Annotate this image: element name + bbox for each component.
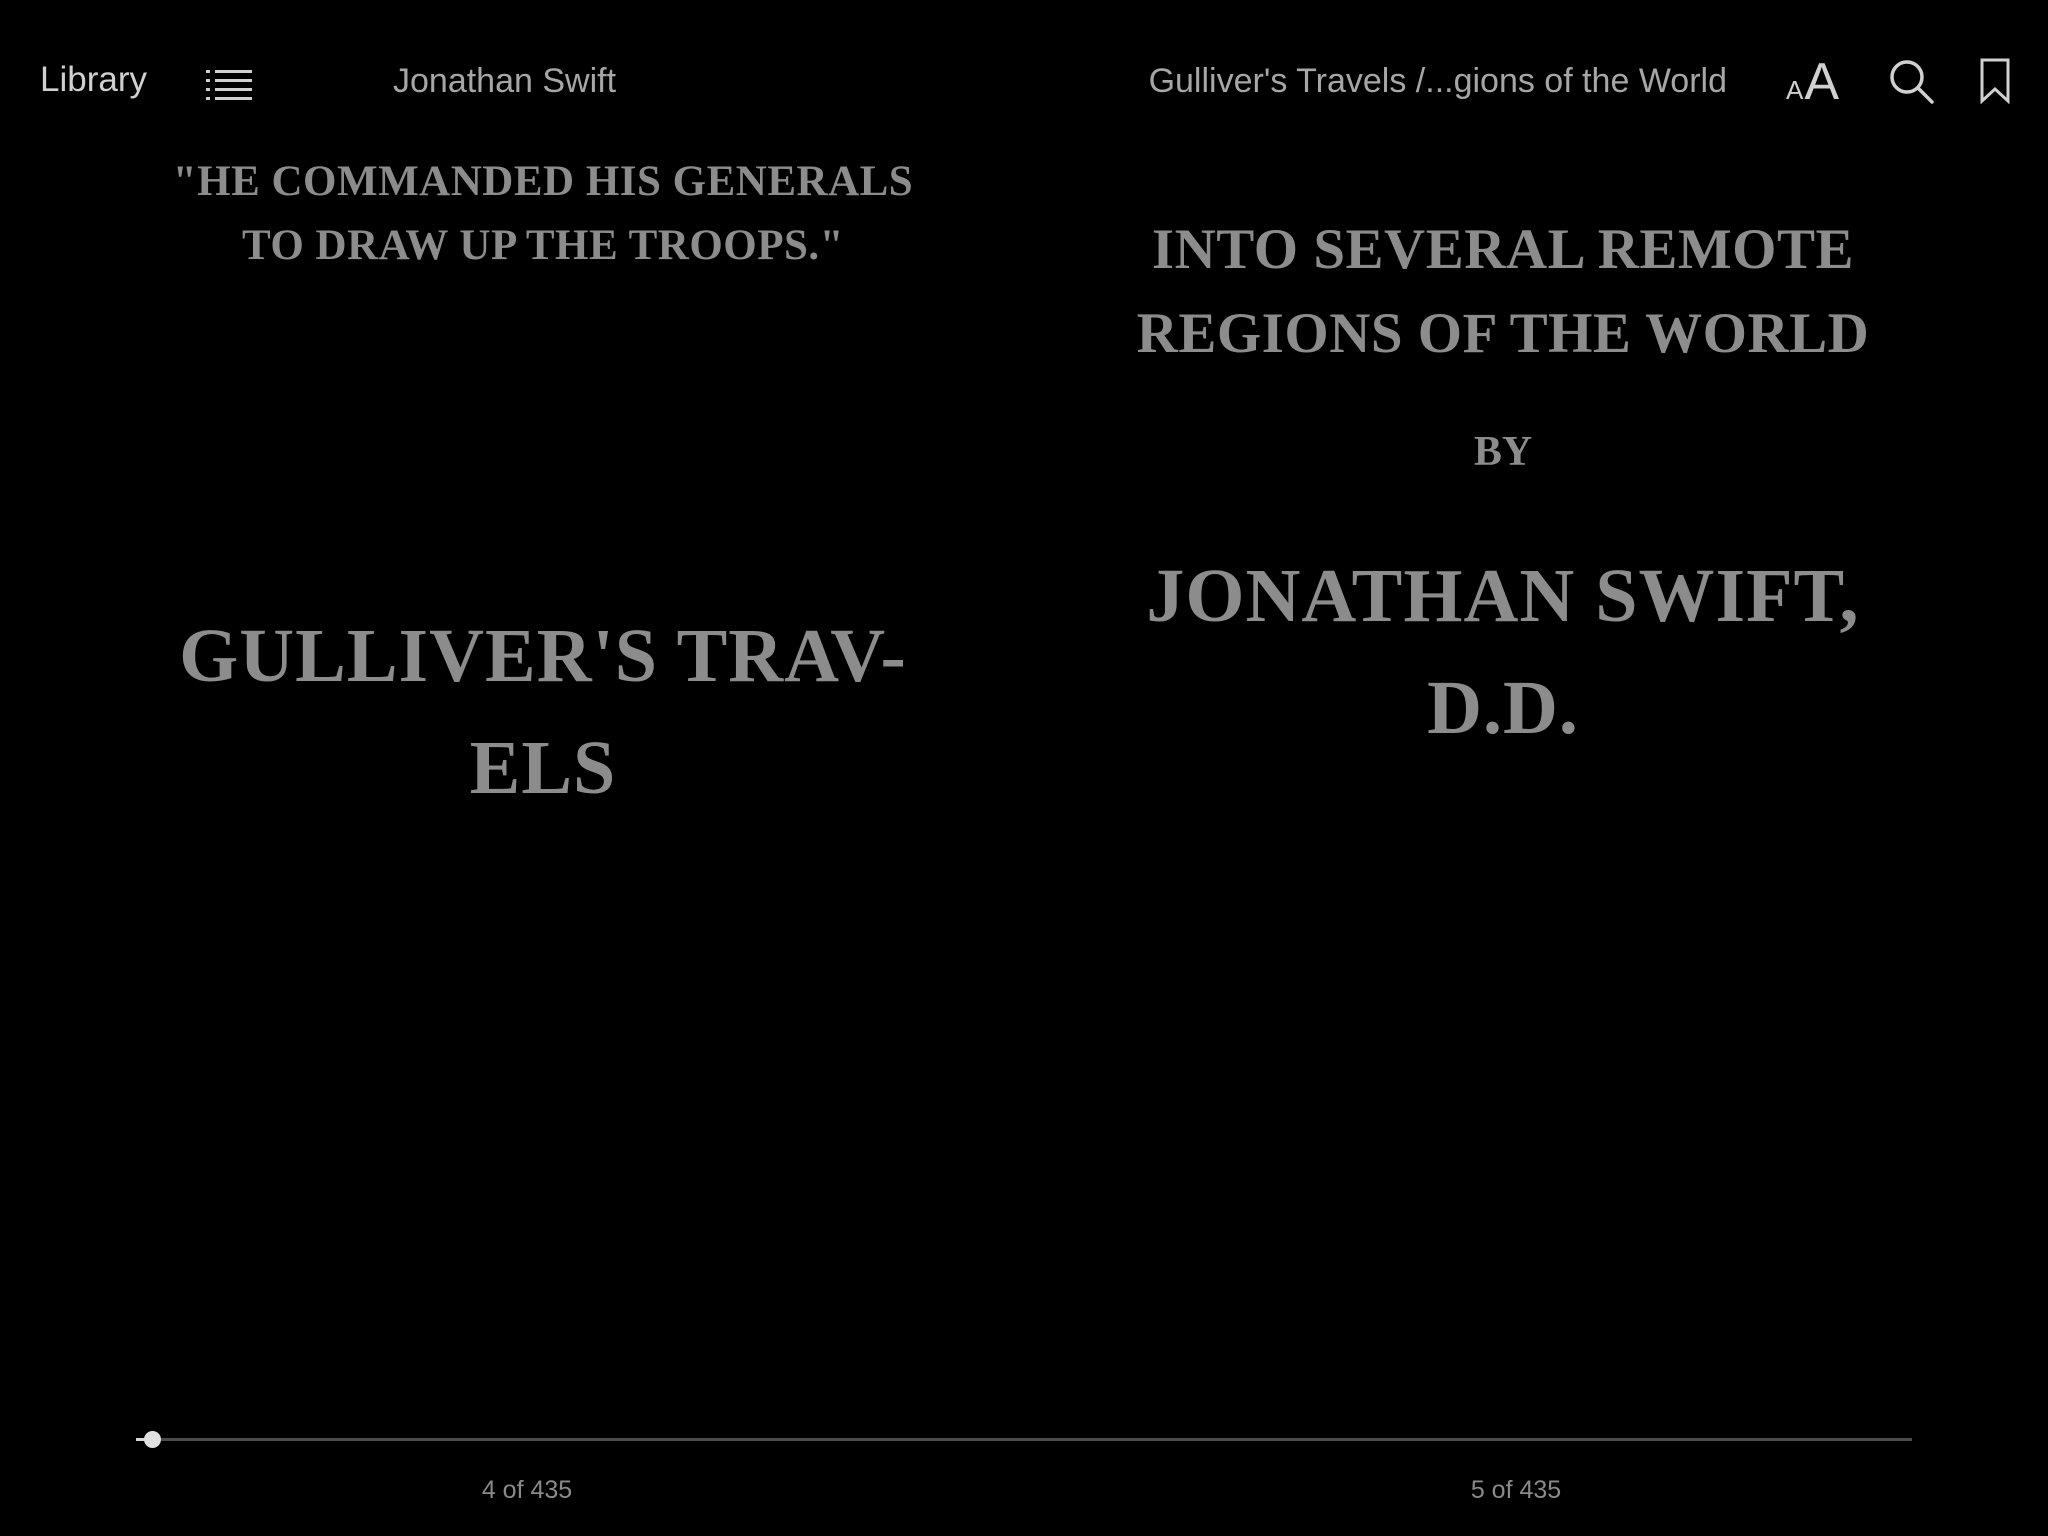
scrubber-track <box>136 1438 1912 1441</box>
book-title-line: GULLIVER'S TRAV- <box>179 614 907 698</box>
search-icon <box>1890 60 1934 104</box>
epigraph: "HE COMMANDED HIS GENERALS TO DRAW UP TH… <box>110 150 976 278</box>
subtitle-line: REGIONS OF THE WORLD <box>1136 302 1870 365</box>
search-button[interactable] <box>1888 58 1936 106</box>
bookmark-button[interactable] <box>1980 58 2010 105</box>
author-heading: JONATHAN SWIFT, D.D. <box>1060 540 1946 764</box>
epigraph-line: TO DRAW UP THE TROOPS." <box>241 222 845 269</box>
toolbar-author: Jonathan Swift <box>393 62 617 100</box>
text-size-icon-large: A <box>1804 53 1840 111</box>
scrubber-handle[interactable] <box>144 1431 162 1448</box>
bookmark-icon <box>1980 58 2010 105</box>
epigraph-line: "HE COMMANDED HIS GENERALS <box>172 158 914 205</box>
author-line: D.D. <box>1427 666 1579 750</box>
reader-toolbar: Library Jonathan Swift Gulliver's Travel… <box>0 0 2048 164</box>
list-icon <box>206 70 252 100</box>
page-scrubber[interactable] <box>136 1430 1912 1450</box>
book-title-line: ELS <box>469 726 617 810</box>
library-button[interactable]: Library <box>40 58 147 102</box>
by-line: BY <box>1473 429 1533 475</box>
author-line: JONATHAN SWIFT, <box>1146 554 1860 638</box>
book-title-heading: GULLIVER'S TRAV- ELS <box>110 600 976 824</box>
left-page-number: 4 of 435 <box>481 1476 573 1504</box>
subtitle-line: INTO SEVERAL REMOTE <box>1151 218 1855 281</box>
book-subtitle: INTO SEVERAL REMOTE REGIONS OF THE WORLD <box>1060 208 1946 376</box>
text-size-button[interactable]: AA <box>1786 52 1839 111</box>
toolbar-book-title: Gulliver's Travels /...gions of the Worl… <box>1148 62 1727 100</box>
text-size-icon-small: A <box>1786 75 1804 105</box>
table-of-contents-button[interactable] <box>206 62 252 102</box>
right-page-number: 5 of 435 <box>1470 1476 1562 1504</box>
